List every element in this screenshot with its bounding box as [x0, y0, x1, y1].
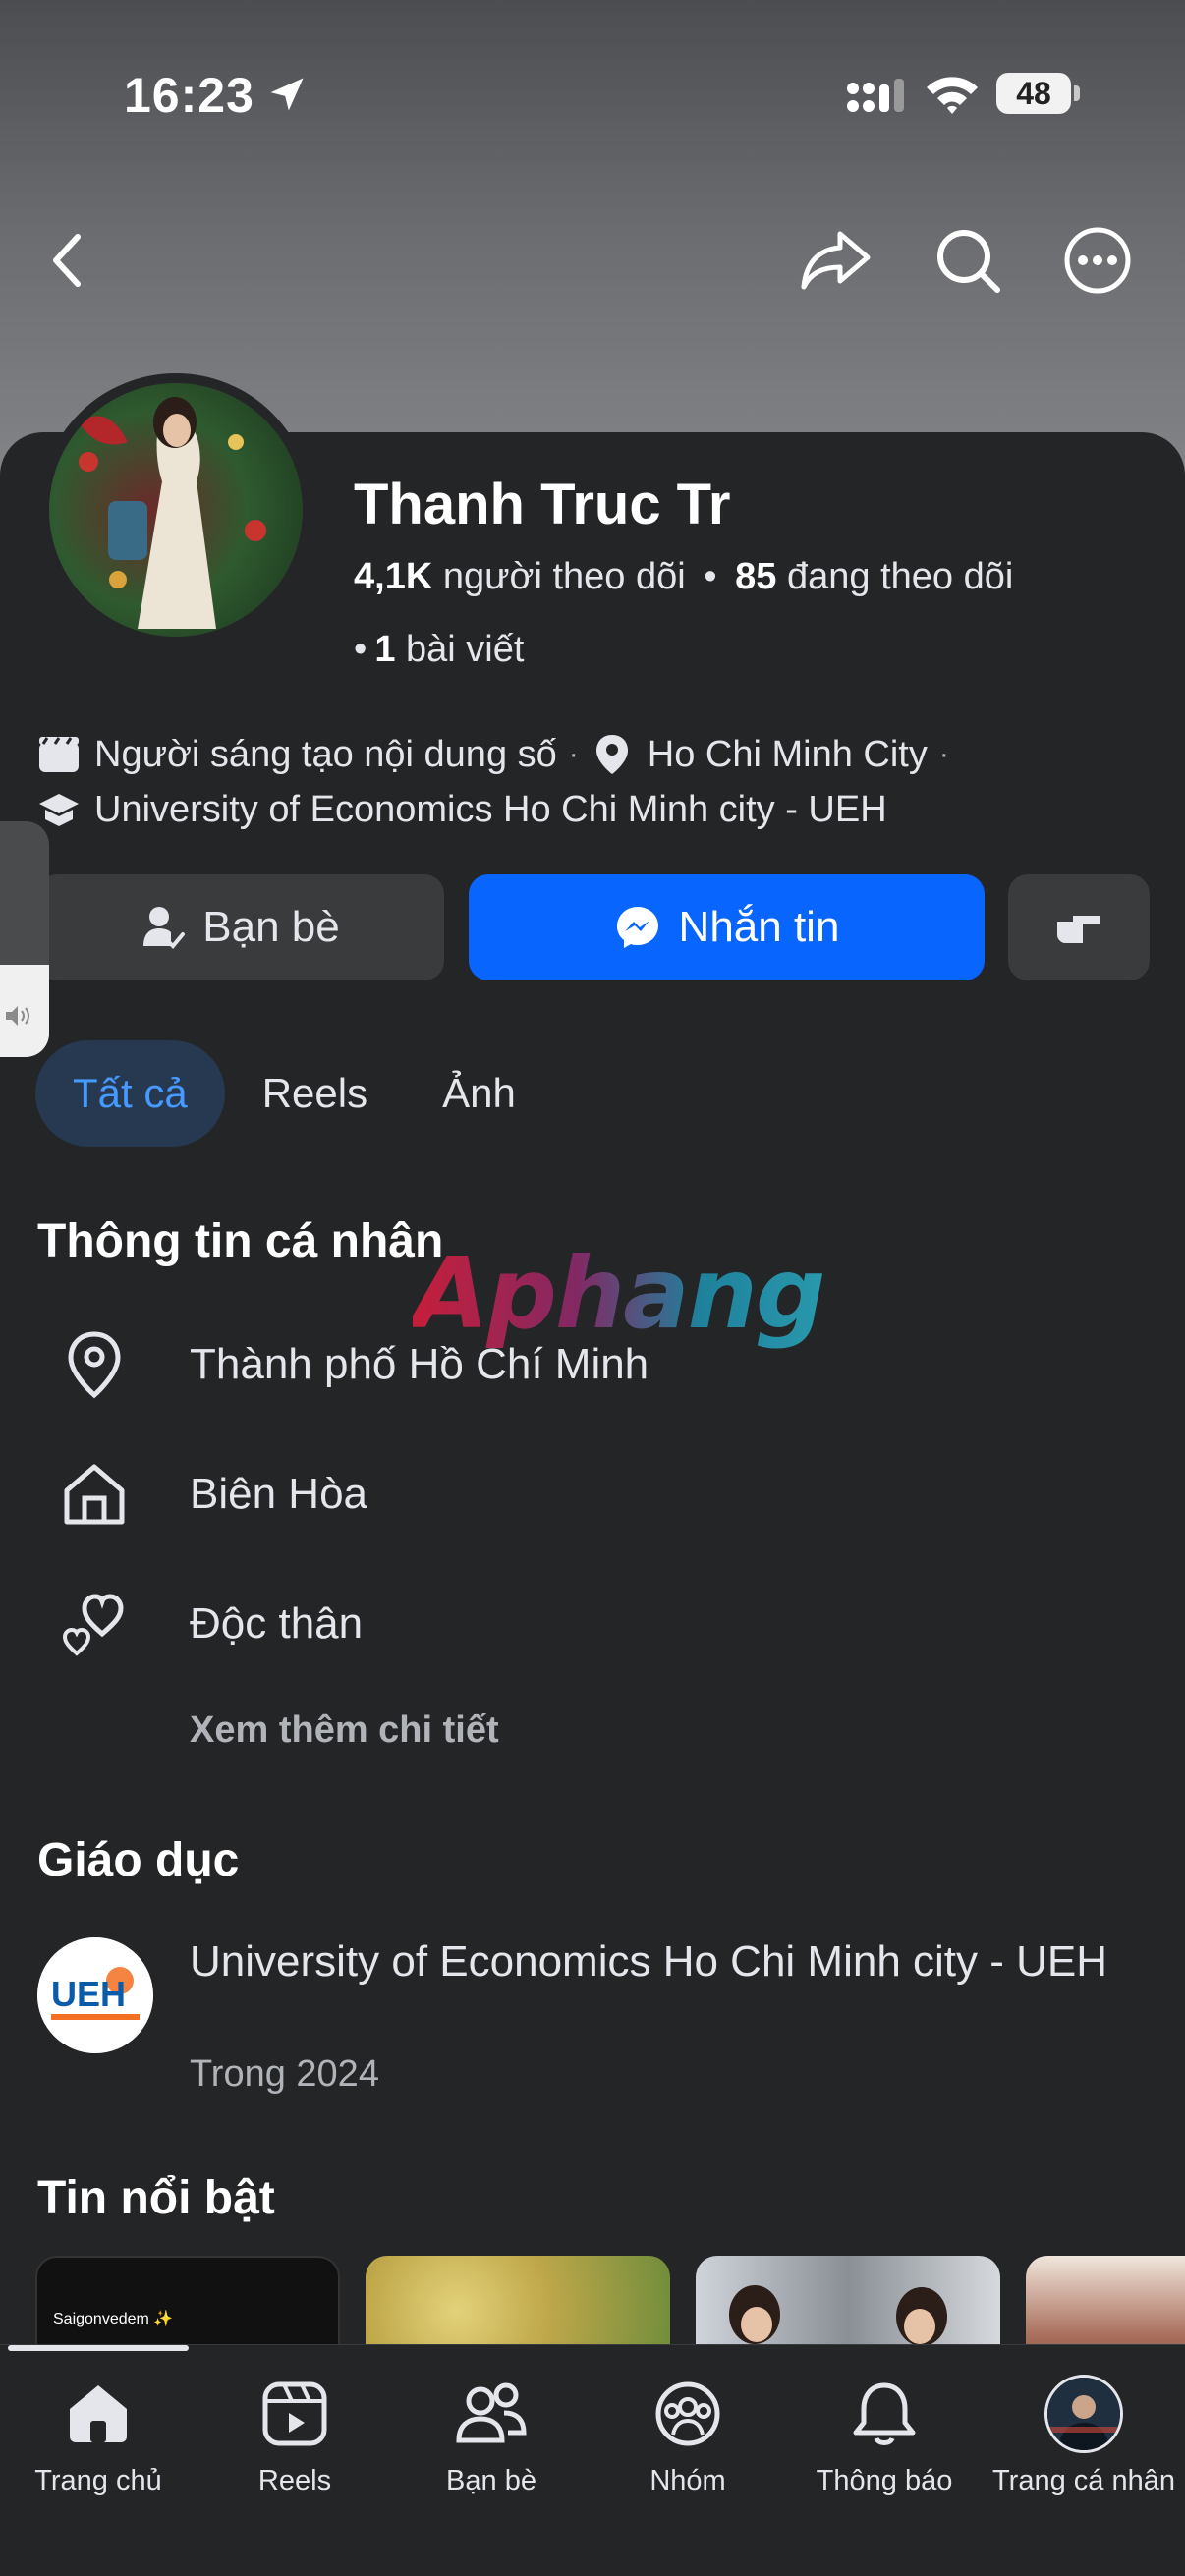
- friend-check-icon: [141, 905, 186, 950]
- profile-photo: [49, 383, 303, 637]
- friends-button-label: Bạn bè: [202, 903, 340, 951]
- tab-all[interactable]: Tất cả: [35, 1040, 225, 1147]
- profile-meta-line2: University of Economics Ho Chi Minh city…: [37, 788, 887, 831]
- info-row-hometown: Biên Hòa: [55, 1450, 1136, 1539]
- education-school[interactable]: University of Economics Ho Chi Minh city…: [190, 1935, 1113, 1988]
- status-bar: 16:23 48: [0, 59, 1185, 134]
- bottom-nav-label: Bạn bè: [446, 2465, 536, 2496]
- highlight-card[interactable]: [696, 2256, 1000, 2354]
- poke-hand-icon: [1057, 916, 1100, 943]
- highlights-strip: Saigonvedem ✨: [35, 2256, 1185, 2354]
- tab-reels[interactable]: Reels: [225, 1040, 405, 1147]
- graduation-cap-icon: [37, 788, 81, 831]
- clapperboard-icon: [37, 733, 81, 776]
- profile-stats: 4,1K người theo dõi • 85 đang theo dõi: [354, 556, 1014, 597]
- followers-count: 4,1K: [354, 556, 433, 597]
- search-icon: [937, 230, 1000, 293]
- profile-tabs: Tất cả Reels Ảnh: [35, 1039, 553, 1148]
- posts-label: bài viết: [406, 629, 525, 670]
- ueh-logo[interactable]: UEH: [37, 1937, 153, 2053]
- info-hometown: Biên Hòa: [190, 1470, 368, 1518]
- bottom-nav-home[interactable]: Trang chủ: [0, 2375, 197, 2522]
- posts-stat: • 1 bài viết: [354, 629, 525, 670]
- location-pin-icon: [55, 1325, 134, 1404]
- profile-meta-line1: Người sáng tạo nội dung số · Ho Chi Minh…: [37, 733, 961, 776]
- status-time: 16:23: [124, 68, 254, 123]
- profile-avatar[interactable]: [49, 383, 303, 637]
- bell-icon: [853, 2382, 916, 2445]
- highlight-card[interactable]: [366, 2256, 670, 2354]
- personal-info-title: Thông tin cá nhân: [37, 1215, 444, 1267]
- home-icon: [55, 1455, 134, 1534]
- bottom-nav: Trang chủ Reels Bạn bè Nhóm Thông báo Tr…: [0, 2344, 1185, 2576]
- tab-photos[interactable]: Ảnh: [405, 1040, 553, 1147]
- hearts-icon: [55, 1585, 134, 1663]
- see-more-details-link[interactable]: Xem thêm chi tiết: [190, 1709, 499, 1752]
- info-city: Thành phố Hồ Chí Minh: [190, 1340, 649, 1388]
- signal-icon: [847, 79, 904, 112]
- info-relationship: Độc thân: [190, 1599, 364, 1648]
- messenger-icon: [614, 904, 661, 951]
- education-period: Trong 2024: [190, 2053, 379, 2095]
- location-arrow-icon: [270, 78, 304, 111]
- message-button-label: Nhắn tin: [678, 903, 840, 951]
- profile-name: Thanh Truc Tr: [354, 473, 731, 536]
- info-row-relationship: Độc thân: [55, 1580, 1136, 1668]
- highlight-card[interactable]: Saigonvedem ✨: [35, 2256, 340, 2354]
- bottom-nav-notifications[interactable]: Thông báo: [786, 2375, 983, 2522]
- poke-button[interactable]: [1008, 874, 1150, 980]
- message-button[interactable]: Nhắn tin: [469, 874, 985, 980]
- bottom-nav-profile[interactable]: Trang cá nhân: [983, 2375, 1185, 2522]
- following-count: 85: [735, 556, 777, 597]
- more-options-button[interactable]: [1053, 206, 1142, 314]
- followers-label[interactable]: người theo dõi: [443, 556, 686, 597]
- speaker-icon: [6, 1006, 29, 1026]
- back-button[interactable]: [24, 206, 112, 314]
- profile-avatar-small: [1044, 2375, 1123, 2453]
- bottom-nav-groups[interactable]: Nhóm: [590, 2375, 786, 2522]
- friends-button[interactable]: Bạn bè: [37, 874, 444, 980]
- chevron-left-icon: [53, 234, 81, 287]
- highlight-card[interactable]: [1026, 2256, 1185, 2354]
- bottom-nav-label: Trang chủ: [34, 2465, 162, 2496]
- battery-icon: 48: [996, 73, 1081, 116]
- bottom-nav-label: Thông báo: [816, 2465, 953, 2496]
- battery-level: 48: [1016, 76, 1051, 111]
- bottom-nav-friends[interactable]: Bạn bè: [393, 2375, 590, 2522]
- home-icon: [70, 2385, 127, 2442]
- following-label[interactable]: đang theo dõi: [787, 556, 1013, 597]
- profile-location: Ho Chi Minh City: [647, 733, 928, 775]
- location-pin-icon: [591, 733, 634, 776]
- volume-side-handle[interactable]: [0, 821, 49, 1057]
- bottom-nav-label: Nhóm: [649, 2465, 726, 2496]
- active-tab-indicator: [8, 2345, 189, 2351]
- profile-category: Người sáng tạo nội dung số: [94, 733, 557, 775]
- share-button[interactable]: [792, 206, 880, 314]
- bottom-nav-label: Trang cá nhân: [992, 2465, 1175, 2496]
- highlights-title: Tin nổi bật: [37, 2172, 275, 2224]
- profile-school: University of Economics Ho Chi Minh city…: [94, 788, 887, 830]
- posts-count: 1: [374, 629, 396, 670]
- search-button[interactable]: [924, 206, 1012, 314]
- more-horizontal-icon: [1064, 227, 1131, 294]
- top-nav: [0, 206, 1185, 314]
- share-icon: [801, 231, 871, 290]
- reels-icon: [262, 2381, 327, 2446]
- groups-icon: [655, 2381, 720, 2446]
- bottom-nav-label: Reels: [257, 2465, 332, 2496]
- education-title: Giáo dục: [37, 1834, 240, 1886]
- friends-icon: [456, 2382, 527, 2443]
- highlight-label: Saigonvedem ✨: [53, 2311, 174, 2327]
- bottom-nav-reels[interactable]: Reels: [197, 2375, 393, 2522]
- ueh-logo-text: UEH: [51, 1974, 126, 2014]
- wifi-icon: [927, 77, 978, 114]
- info-row-city: Thành phố Hồ Chí Minh: [55, 1320, 1136, 1409]
